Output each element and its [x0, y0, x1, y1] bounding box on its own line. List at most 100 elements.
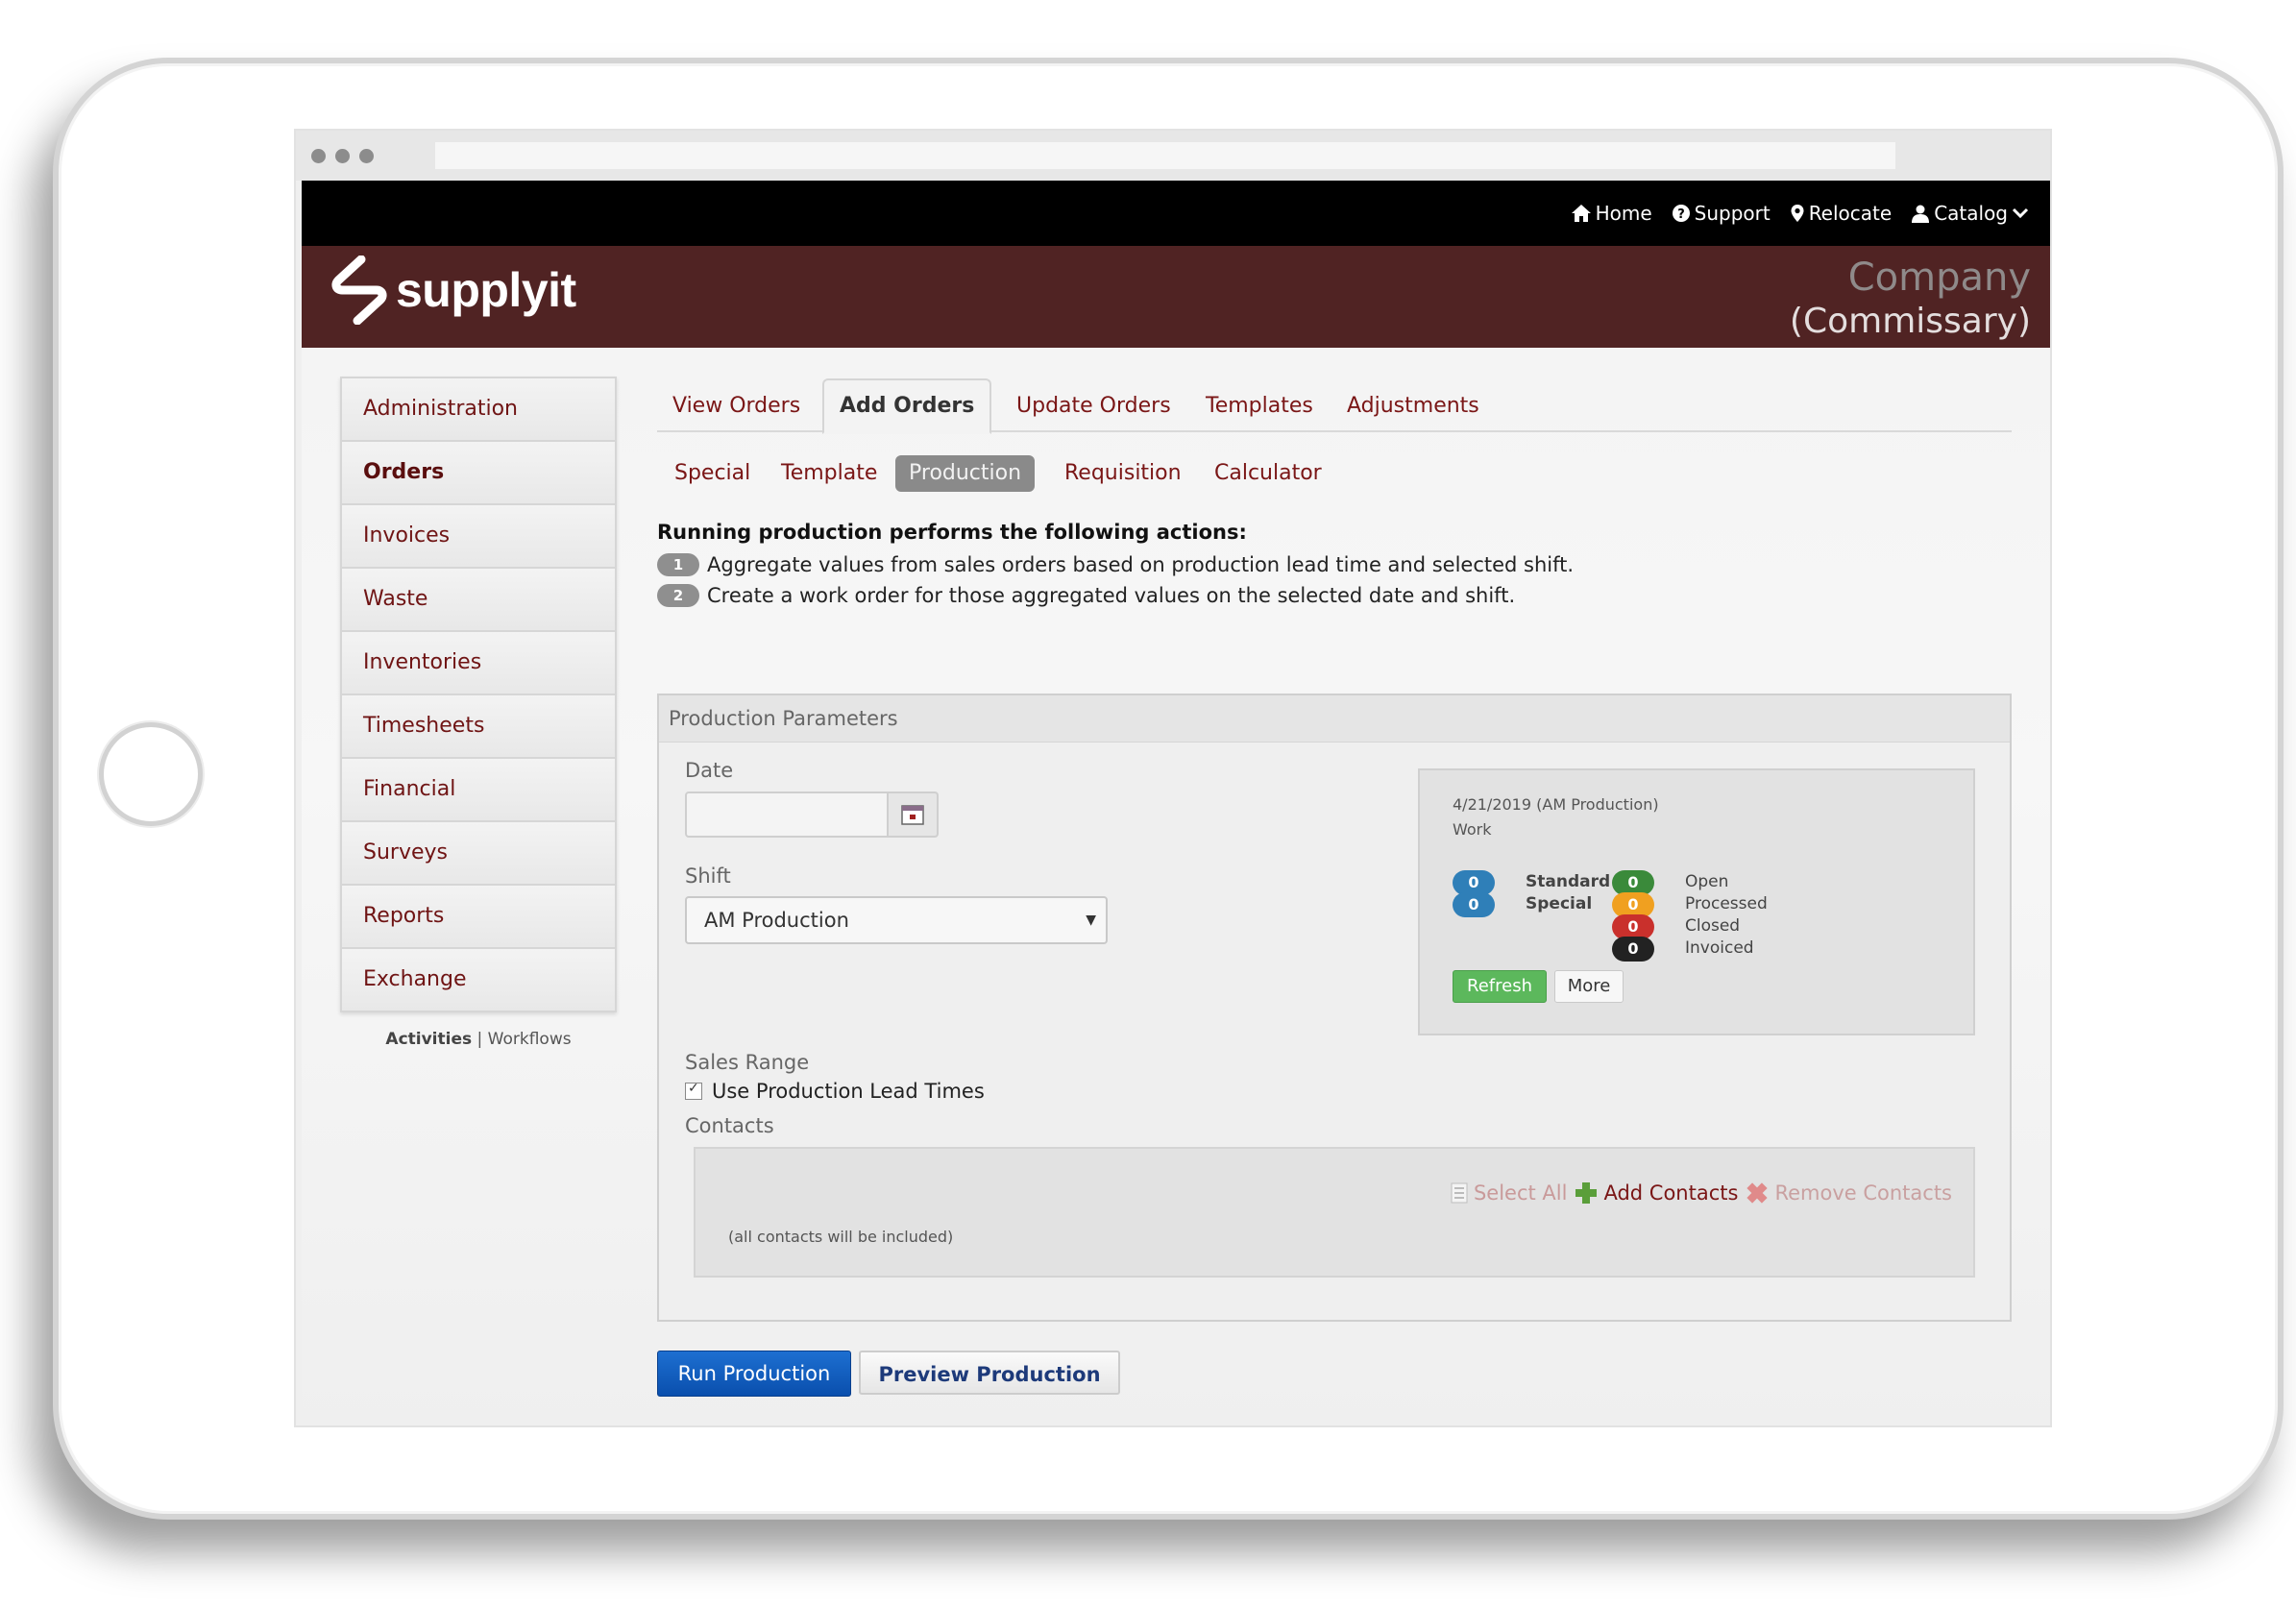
nav-catalog[interactable]: Catalog: [1911, 202, 2029, 225]
sidebar-item-invoices[interactable]: Invoices: [342, 505, 615, 569]
tablet-home-button: [99, 722, 203, 826]
remove-contacts-button[interactable]: Remove Contacts: [1746, 1181, 1952, 1205]
sidebar-item-inventories[interactable]: Inventories: [342, 632, 615, 695]
shift-select[interactable]: AM Production ▼: [685, 896, 1108, 944]
step-text: Aggregate values from sales orders based…: [707, 553, 1575, 576]
nav-support-label: Support: [1694, 202, 1771, 225]
tab-templates[interactable]: Templates: [1190, 382, 1329, 430]
lead-times-row: Use Production Lead Times: [685, 1080, 985, 1103]
nav-home[interactable]: Home: [1571, 202, 1652, 225]
date-input[interactable]: [685, 791, 889, 838]
company-line1: Company: [1847, 256, 2031, 300]
invoiced-count-badge: 0: [1612, 937, 1654, 962]
top-navbar: Home ? Support Relocate Catalog: [302, 181, 2050, 246]
browser-chrome: [296, 131, 2050, 181]
supplyit-logo-icon: [331, 256, 387, 325]
shift-label: Shift: [685, 864, 731, 888]
invoiced-label: Invoiced: [1685, 938, 1754, 958]
sales-range-label: Sales Range: [685, 1051, 810, 1074]
subtab-requisition[interactable]: Requisition: [1051, 455, 1195, 492]
nav-relocate[interactable]: Relocate: [1790, 202, 1893, 225]
workflows-link[interactable]: Workflows: [488, 1030, 572, 1049]
subtab-special[interactable]: Special: [661, 455, 764, 492]
svg-text:?: ?: [1677, 207, 1685, 222]
run-production-button[interactable]: Run Production: [657, 1351, 851, 1397]
lead-times-checkbox[interactable]: [685, 1081, 702, 1100]
user-icon: [1912, 205, 1930, 223]
refresh-button[interactable]: Refresh: [1453, 970, 1547, 1003]
step-text: Create a work order for those aggregated…: [707, 584, 1516, 607]
calendar-button[interactable]: [889, 791, 939, 838]
chevron-down-icon: [2012, 207, 2029, 219]
open-label: Open: [1685, 872, 1729, 891]
sidebar-item-orders[interactable]: Orders: [342, 442, 615, 505]
order-tabs: View Orders Add Orders Update Orders Tem…: [657, 377, 2012, 434]
map-pin-icon: [1791, 205, 1804, 222]
nav-catalog-label: Catalog: [1934, 202, 2008, 225]
subtab-calculator[interactable]: Calculator: [1201, 455, 1335, 492]
brand-header: supplyit Company (Commissary): [302, 246, 2050, 348]
sidebar-item-exchange[interactable]: Exchange: [342, 949, 615, 1010]
link-separator: |: [476, 1030, 483, 1049]
intro-title: Running production performs the followin…: [657, 521, 1247, 544]
window-dot-icon: [335, 149, 350, 163]
closed-label: Closed: [1685, 916, 1741, 936]
tab-adjustments[interactable]: Adjustments: [1331, 382, 1495, 430]
activities-link[interactable]: Activities: [385, 1030, 472, 1049]
company-line2: (Commissary): [1789, 302, 2031, 341]
special-count-badge: 0: [1453, 892, 1495, 917]
select-arrow-icon: ▼: [1086, 913, 1096, 928]
preview-production-button[interactable]: Preview Production: [859, 1351, 1120, 1395]
sidebar-item-financial[interactable]: Financial: [342, 759, 615, 822]
window-dot-icon: [311, 149, 326, 163]
panel-title: Production Parameters: [659, 695, 2010, 743]
sidebar-footer-links: Activities | Workflows: [340, 1030, 617, 1049]
select-all-button[interactable]: Select All: [1451, 1181, 1568, 1205]
tab-update-orders[interactable]: Update Orders: [1001, 382, 1186, 430]
sidebar: Administration Orders Invoices Waste Inv…: [340, 377, 617, 1012]
add-contacts-button[interactable]: Add Contacts: [1575, 1181, 1738, 1205]
checklist-icon: [1451, 1182, 1468, 1204]
contacts-box: Select All Add Contacts Remove Contacts …: [694, 1147, 1975, 1278]
company-name: Company (Commissary): [1790, 256, 2031, 344]
browser-window: Home ? Support Relocate Catalog supplyit…: [294, 129, 2052, 1427]
contacts-label: Contacts: [685, 1114, 774, 1137]
status-work: Work: [1453, 820, 1492, 839]
production-parameters-panel: Production Parameters Date Shift AM Prod…: [657, 694, 2012, 1322]
more-button[interactable]: More: [1554, 970, 1624, 1003]
lead-times-label: Use Production Lead Times: [712, 1080, 985, 1103]
intro-step-1: 1 Aggregate values from sales orders bas…: [657, 553, 1574, 576]
tab-view-orders[interactable]: View Orders: [657, 382, 816, 430]
nav-relocate-label: Relocate: [1808, 202, 1893, 225]
add-contacts-label: Add Contacts: [1603, 1181, 1739, 1205]
sidebar-item-administration[interactable]: Administration: [342, 378, 615, 442]
step-number-badge: 2: [657, 584, 699, 607]
intro-step-2: 2 Create a work order for those aggregat…: [657, 584, 1515, 607]
sidebar-item-waste[interactable]: Waste: [342, 569, 615, 632]
subtab-template[interactable]: Template: [768, 455, 891, 492]
nav-home-label: Home: [1595, 202, 1652, 225]
tab-add-orders[interactable]: Add Orders: [822, 378, 992, 434]
help-icon: ?: [1672, 205, 1690, 222]
contacts-actions: Select All Add Contacts Remove Contacts: [1451, 1181, 1952, 1205]
status-date: 4/21/2019 (AM Production): [1453, 795, 1659, 814]
subtab-production[interactable]: Production: [895, 455, 1036, 492]
nav-support[interactable]: ? Support: [1672, 202, 1771, 225]
remove-contacts-label: Remove Contacts: [1774, 1181, 1952, 1205]
home-icon: [1571, 205, 1591, 222]
processed-label: Processed: [1685, 894, 1768, 913]
select-all-label: Select All: [1473, 1181, 1568, 1205]
calendar-icon: [901, 805, 924, 825]
sidebar-item-timesheets[interactable]: Timesheets: [342, 695, 615, 759]
special-label: Special: [1526, 894, 1593, 913]
sidebar-item-reports[interactable]: Reports: [342, 886, 615, 949]
logo-text: supplyit: [396, 263, 576, 317]
step-number-badge: 1: [657, 553, 699, 576]
sidebar-item-surveys[interactable]: Surveys: [342, 822, 615, 886]
page-content: Administration Orders Invoices Waste Inv…: [302, 348, 2050, 1425]
address-bar[interactable]: [435, 142, 1895, 169]
date-label: Date: [685, 759, 734, 782]
plus-icon: [1575, 1182, 1598, 1204]
supplyit-logo[interactable]: supplyit: [329, 256, 576, 325]
remove-icon: [1746, 1182, 1769, 1204]
